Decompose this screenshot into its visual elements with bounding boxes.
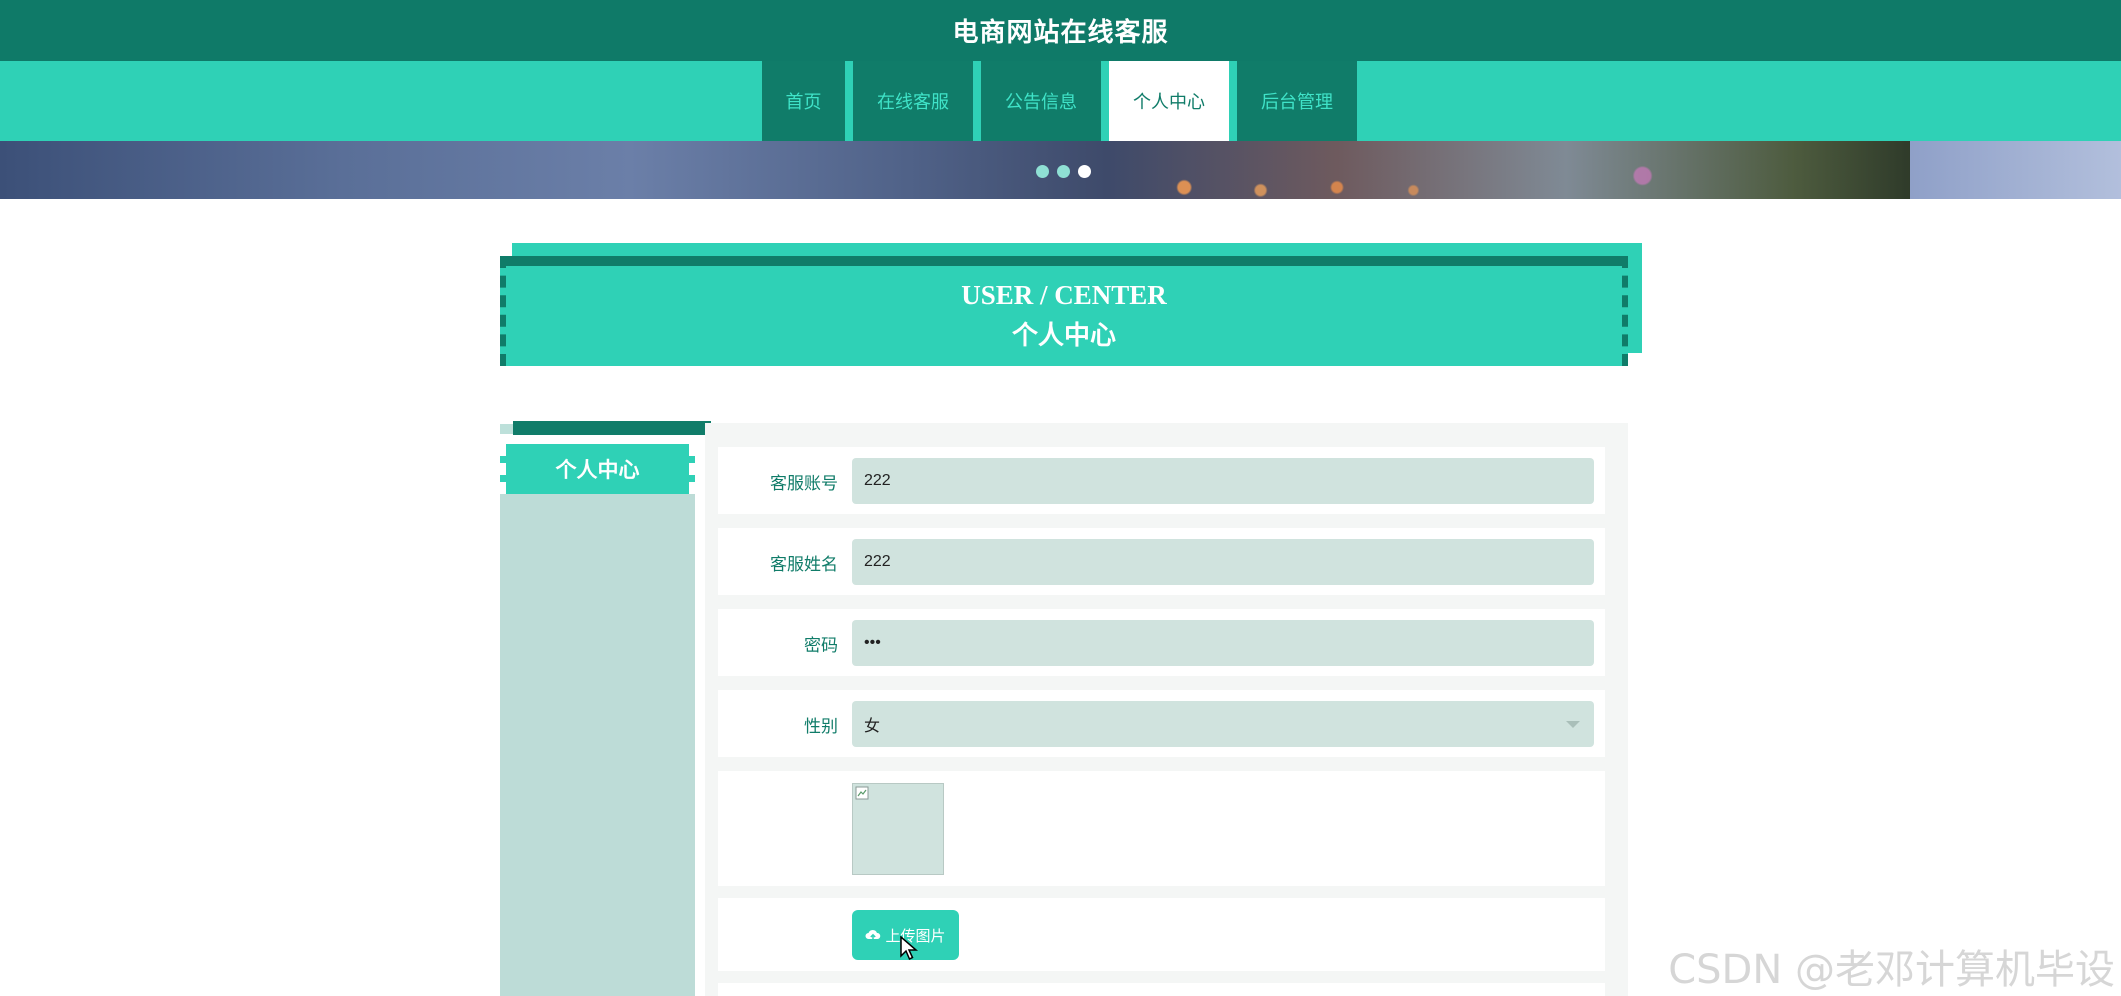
cloud-upload-icon — [865, 929, 881, 941]
photo-preview — [852, 783, 944, 875]
form-row-next — [718, 983, 1605, 996]
section-title: USER / CENTER 个人中心 — [500, 256, 1628, 366]
nav-item-admin[interactable]: 后台管理 — [1237, 61, 1357, 141]
account-label: 客服账号 — [770, 474, 838, 494]
site-title: 电商网站在线客服 — [952, 18, 1169, 48]
name-input[interactable]: 222 — [852, 539, 1594, 585]
carousel-dot[interactable] — [1057, 165, 1070, 178]
password-label: 密码 — [804, 636, 838, 656]
carousel-dot-active[interactable] — [1078, 165, 1091, 178]
account-input[interactable]: 222 — [852, 458, 1594, 504]
nav-item-announcements[interactable]: 公告信息 — [981, 61, 1101, 141]
section-title-en: USER / CENTER — [961, 280, 1167, 310]
banner-edge — [1910, 141, 2121, 199]
form-row-name: 客服姓名 222 — [718, 528, 1605, 595]
form-row-upload: 上传图片 — [718, 898, 1605, 971]
site-header: 电商网站在线客服 — [0, 0, 2121, 61]
nav-item-online-service[interactable]: 在线客服 — [853, 61, 973, 141]
gender-select[interactable]: 女 — [852, 701, 1594, 747]
sidebar-column — [500, 494, 695, 996]
banner-lights — [0, 141, 1910, 199]
section-title-cn: 个人中心 — [1011, 321, 1116, 350]
mouse-cursor-icon — [900, 936, 918, 961]
gender-label: 性别 — [804, 717, 838, 737]
sidebar-accent-bar — [513, 421, 711, 435]
banner-image — [0, 141, 1910, 199]
broken-image-icon — [855, 786, 869, 800]
main-nav: 首页 在线客服 公告信息 个人中心 后台管理 — [762, 61, 1365, 141]
form-row-gender: 性别 女 — [718, 690, 1605, 757]
sidebar-accent-left — [500, 424, 513, 434]
name-label: 客服姓名 — [770, 555, 838, 575]
password-input[interactable]: ••• — [852, 620, 1594, 666]
sidebar-item-user-center[interactable]: 个人中心 — [500, 444, 695, 494]
form-row-password: 密码 ••• — [718, 609, 1605, 676]
carousel-dot[interactable] — [1036, 165, 1049, 178]
chevron-down-icon — [1566, 721, 1580, 728]
gender-select-value: 女 — [864, 718, 881, 735]
form-row-photo — [718, 771, 1605, 886]
carousel-dots — [1036, 165, 1091, 178]
nav-item-home[interactable]: 首页 — [762, 61, 845, 141]
nav-item-user-center[interactable]: 个人中心 — [1109, 61, 1229, 141]
form-row-account: 客服账号 222 — [718, 447, 1605, 514]
watermark: CSDN @老邓计算机毕设 — [1668, 947, 2115, 993]
